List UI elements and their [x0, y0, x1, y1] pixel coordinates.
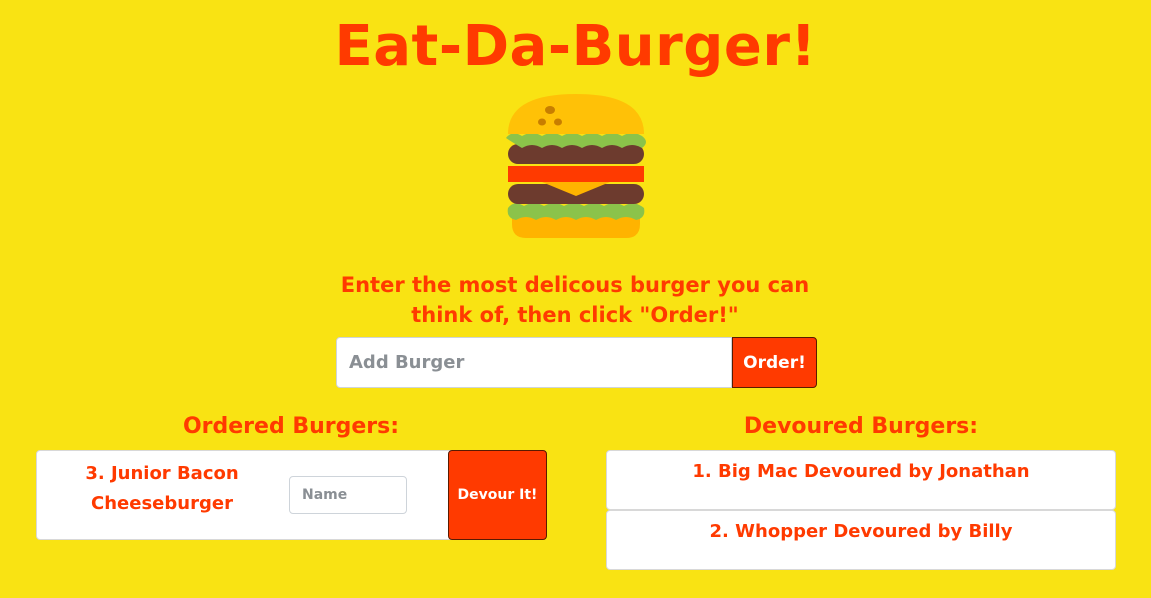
devour-it-button[interactable]: Devour It! [448, 450, 547, 540]
devoured-burger-item: 1. Big Mac Devoured by Jonathan [606, 450, 1116, 510]
page: Eat-Da-Burger! Enter the most delicous b… [0, 0, 1151, 598]
devoured-burgers-list: 1. Big Mac Devoured by Jonathan 2. Whopp… [606, 450, 1116, 570]
ordered-burger-item: 3. Junior Bacon Cheeseburger Devour It! [36, 450, 547, 540]
burger-icon [506, 94, 646, 238]
ordered-burger-label-line-1: 3. Junior Bacon [85, 463, 239, 484]
order-button[interactable]: Order! [732, 337, 817, 388]
order-prompt-line-1: Enter the most delicous burger you can [340, 273, 810, 297]
ordered-burger-label: 3. Junior Bacon Cheeseburger [77, 459, 247, 519]
order-form: Order! [336, 337, 817, 388]
devoured-burgers-heading: Devoured Burgers: [743, 414, 979, 439]
add-burger-input[interactable] [336, 337, 732, 388]
order-prompt: Enter the most delicous burger you can t… [340, 270, 810, 330]
ordered-burgers-heading: Ordered Burgers: [182, 414, 400, 439]
devourer-name-input[interactable] [289, 476, 407, 514]
page-title: Eat-Da-Burger! [334, 14, 817, 79]
ordered-burger-label-line-2: Cheeseburger [91, 493, 233, 514]
devoured-burger-item: 2. Whopper Devoured by Billy [606, 510, 1116, 570]
order-prompt-line-2: think of, then click "Order!" [411, 303, 739, 327]
